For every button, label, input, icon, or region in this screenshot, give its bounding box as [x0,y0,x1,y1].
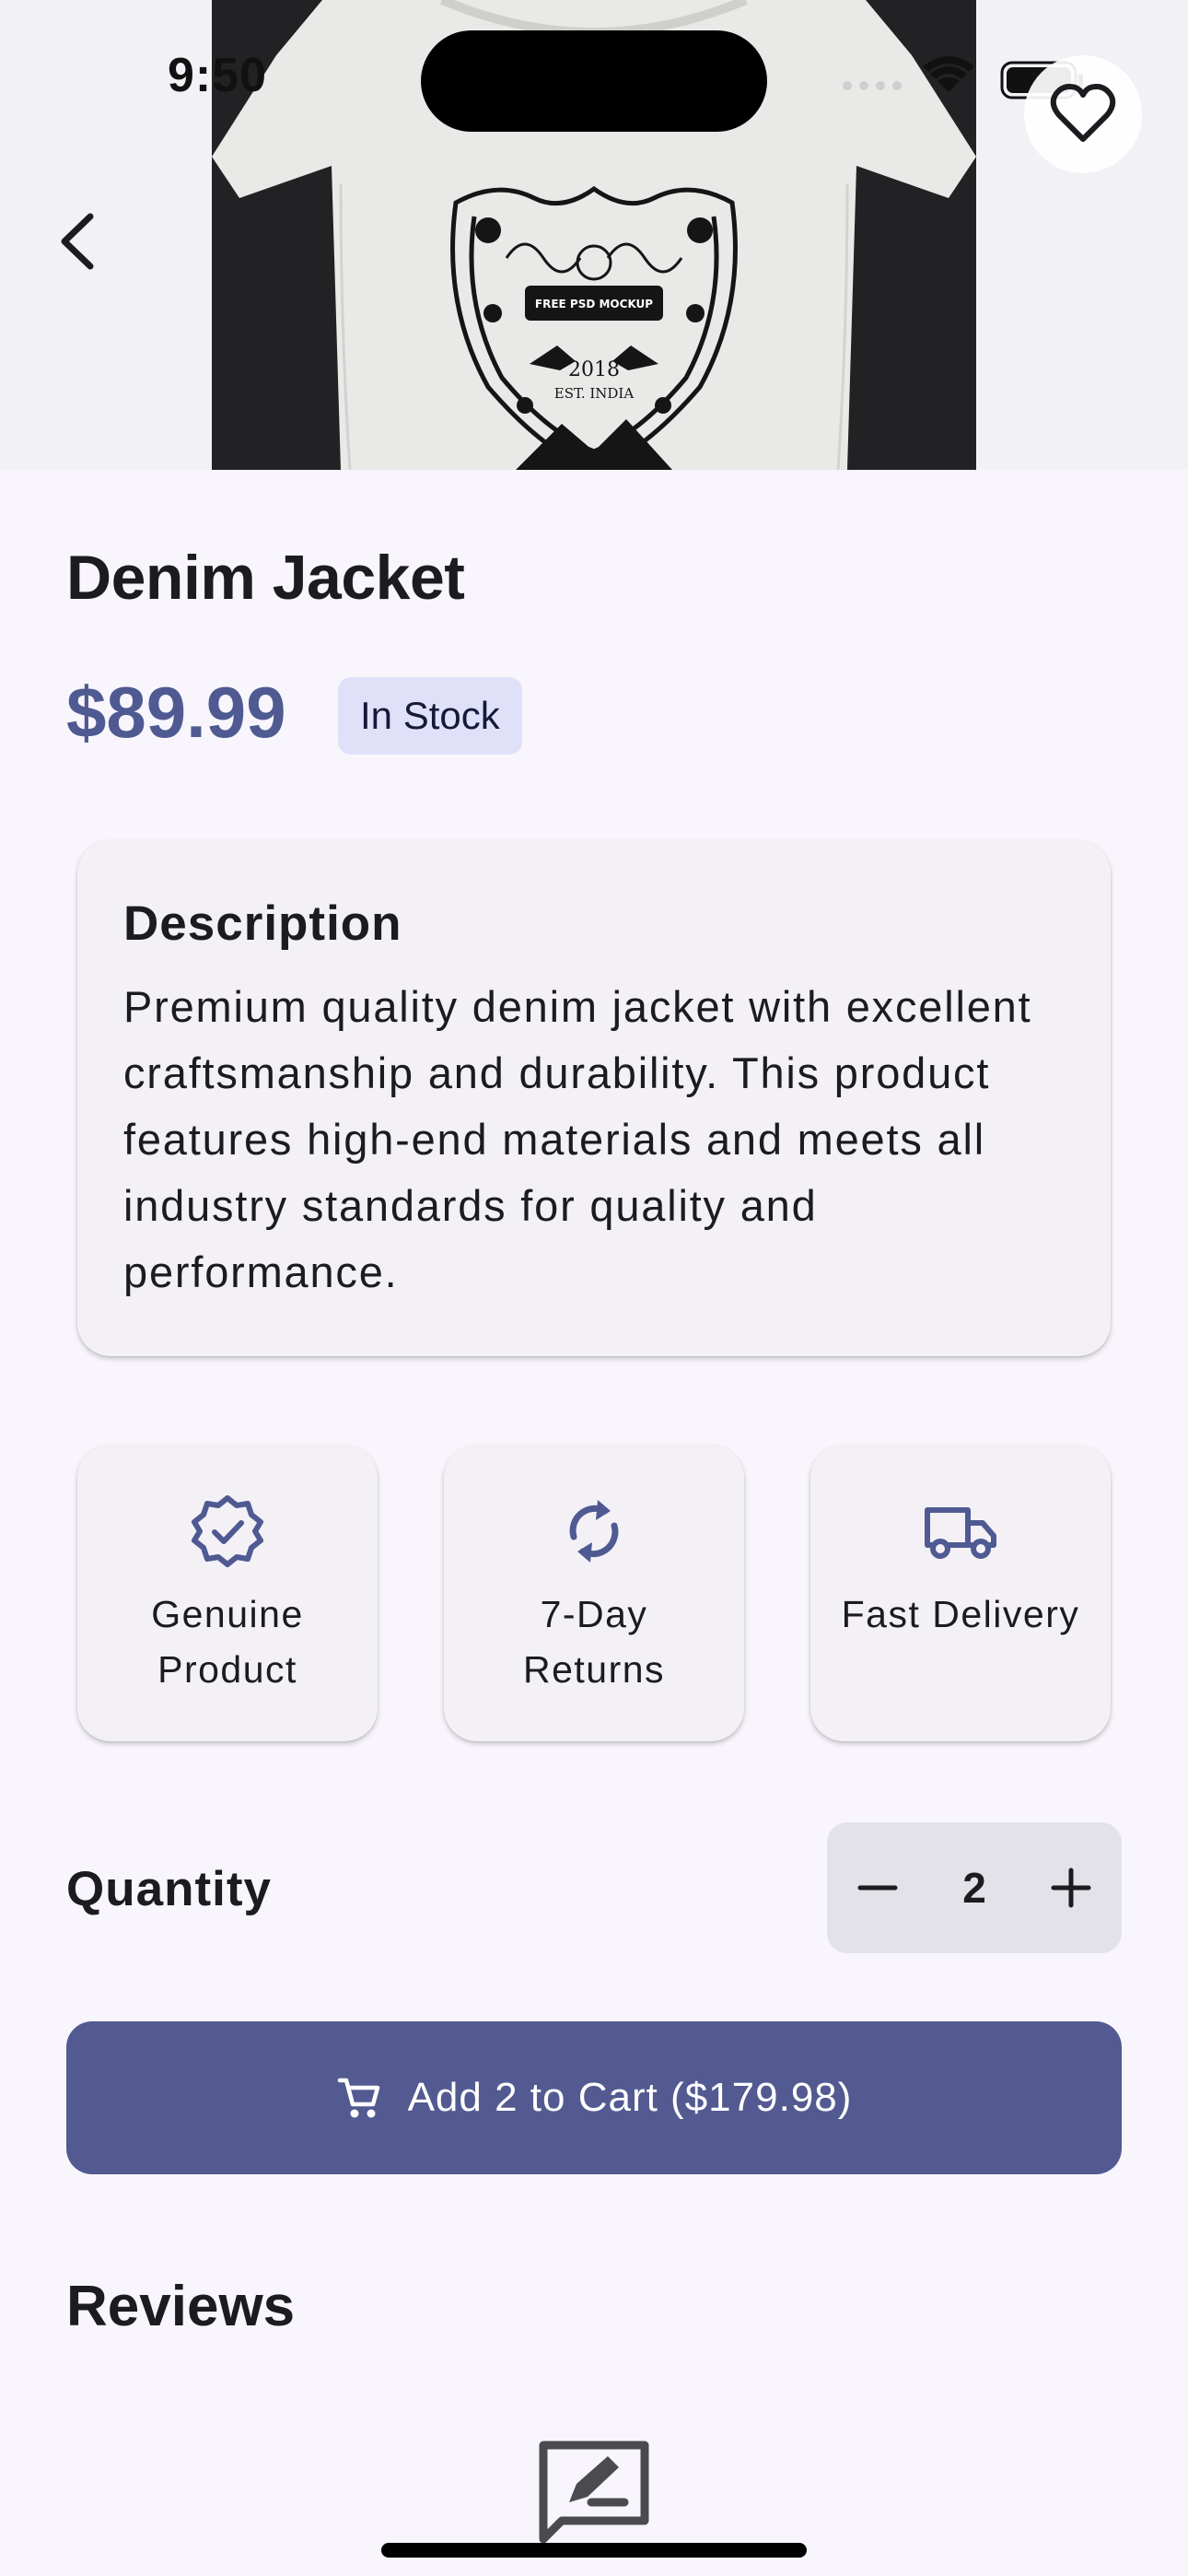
status-bar-time: 9:50 [168,49,268,102]
shirt-print-brand: FREE PSD MOCKUP [535,298,653,310]
chevron-left-icon [61,213,94,270]
decrease-quantity-button[interactable] [827,1822,928,1953]
shirt-print-year: 2018 [568,358,620,381]
dynamic-island [421,30,767,132]
shirt-print-origin: EST. INDIA [554,385,635,402]
feature-label-genuine: Genuine Product [151,1593,304,1691]
product-price: $89.99 [66,672,286,753]
plus-icon [1051,1868,1091,1908]
feature-card-returns: 7-Day Returns [444,1445,744,1741]
wifi-icon [923,56,974,92]
product-image-area: FREE PSD MOCKUP 2018 EST. INDIA 9:50 [0,0,1188,470]
description-heading: Description [123,896,402,951]
truck-icon [925,1507,996,1559]
back-button[interactable] [41,195,114,287]
stock-status-badge: In Stock [338,677,522,755]
feature-card-genuine: Genuine Product [77,1445,378,1741]
add-to-cart-button[interactable]: Add 2 to Cart ($179.98) [66,2021,1122,2174]
feature-label-returns: 7-Day Returns [522,1593,666,1691]
description-text: Premium quality denim jacket with excell… [123,982,1032,1296]
quantity-stepper: 2 [827,1822,1122,1953]
heart-outline-icon [1050,84,1116,142]
product-title: Denim Jacket [66,543,465,613]
sync-icon [569,1500,619,1563]
feature-card-delivery: Fast Delivery [810,1445,1111,1741]
verified-badge-icon [192,1495,263,1567]
increase-quantity-button[interactable] [1020,1822,1122,1953]
home-indicator [381,2543,807,2558]
quantity-label: Quantity [66,1862,272,1916]
quantity-value: 2 [962,1864,986,1912]
feature-label-delivery: Fast Delivery [841,1593,1080,1635]
stock-status-label: In Stock [360,694,500,737]
minus-icon [857,1885,898,1891]
signal-icon [843,81,902,90]
add-to-cart-label: Add 2 to Cart ($179.98) [407,2075,853,2120]
reviews-heading: Reviews [66,2275,296,2338]
rate-review-icon [534,2436,654,2547]
favorite-button[interactable] [1024,55,1142,173]
cart-icon [337,2078,379,2118]
description-card: Description Premium quality denim jacket… [77,840,1111,1356]
